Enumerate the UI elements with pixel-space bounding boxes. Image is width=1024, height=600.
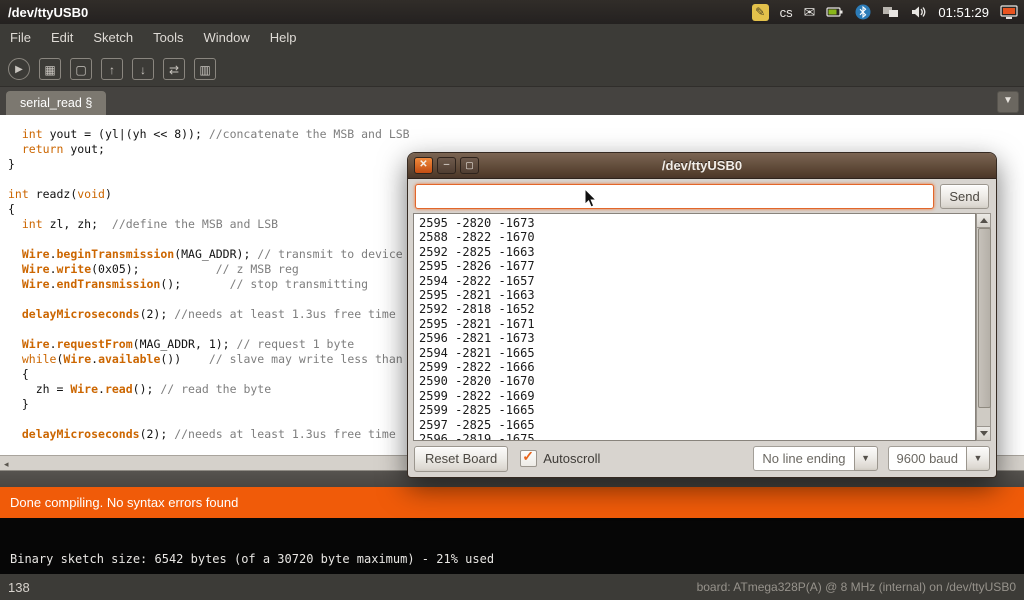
save-sketch-button[interactable]: ↓ bbox=[132, 58, 154, 80]
menu-item-sketch[interactable]: Sketch bbox=[83, 24, 143, 51]
serial-send-input[interactable] bbox=[415, 184, 934, 209]
tab-list-button[interactable]: ▼ bbox=[997, 91, 1019, 113]
scrollbar-thumb[interactable] bbox=[978, 228, 991, 408]
verify-button[interactable]: ▶ bbox=[8, 58, 30, 80]
chevron-down-icon[interactable]: ▼ bbox=[854, 446, 878, 471]
serial-line: 2599 -2825 -1665 bbox=[419, 403, 970, 417]
serial-line: 2592 -2825 -1663 bbox=[419, 245, 970, 259]
menu-item-edit[interactable]: Edit bbox=[41, 24, 83, 51]
window-title: /dev/ttyUSB0 bbox=[0, 5, 88, 20]
notes-icon[interactable]: ✎ bbox=[752, 4, 769, 21]
serial-line: 2599 -2822 -1666 bbox=[419, 360, 970, 374]
send-button[interactable]: Send bbox=[940, 184, 989, 209]
keyboard-layout-indicator[interactable]: cs bbox=[780, 5, 793, 20]
line-ending-value: No line ending bbox=[753, 446, 853, 471]
menu-item-tools[interactable]: Tools bbox=[143, 24, 193, 51]
line-ending-select[interactable]: No line ending ▼ bbox=[753, 446, 877, 471]
menubar: FileEditSketchToolsWindowHelp bbox=[0, 24, 1024, 51]
serial-output-scrollbar[interactable] bbox=[976, 213, 991, 441]
bluetooth-icon[interactable] bbox=[855, 4, 871, 20]
menu-item-file[interactable]: File bbox=[0, 24, 41, 51]
network-icon[interactable] bbox=[882, 5, 900, 19]
serial-line: 2596 -2821 -1673 bbox=[419, 331, 970, 345]
chevron-down-icon: ▼ bbox=[1003, 95, 1013, 106]
serial-line: 2595 -2821 -1671 bbox=[419, 317, 970, 331]
chevron-down-icon[interactable]: ▼ bbox=[966, 446, 990, 471]
toolbar-buttons: ▶ ▦ ▢ ↑ ↓ ⇄ ▥ bbox=[0, 51, 1024, 87]
serial-monitor-title: /dev/ttyUSB0 bbox=[408, 153, 996, 178]
tab-serial-read[interactable]: serial_read § bbox=[6, 91, 106, 115]
board-info: board: ATmega328P(A) @ 8 MHz (internal) … bbox=[697, 580, 1024, 594]
serial-monitor-controls: Reset Board Autoscroll No line ending ▼ … bbox=[414, 445, 990, 472]
autoscroll-checkbox[interactable] bbox=[520, 450, 537, 467]
mail-icon[interactable]: ✉ bbox=[804, 4, 816, 21]
baud-rate-select[interactable]: 9600 baud ▼ bbox=[888, 446, 990, 471]
autoscroll-label: Autoscroll bbox=[543, 451, 600, 466]
serial-line: 2597 -2825 -1665 bbox=[419, 418, 970, 432]
volume-icon[interactable] bbox=[911, 5, 927, 19]
serial-output[interactable]: 2595 -2820 -16732588 -2822 -16702592 -28… bbox=[413, 213, 976, 441]
serial-line: 2595 -2821 -1663 bbox=[419, 288, 970, 302]
tabbar: serial_read § ▼ bbox=[0, 87, 1024, 115]
serial-line: 2594 -2822 -1657 bbox=[419, 274, 970, 288]
clock-indicator[interactable]: 01:51:29 bbox=[938, 5, 989, 20]
scroll-up-icon[interactable] bbox=[977, 214, 990, 228]
reset-board-button[interactable]: Reset Board bbox=[414, 446, 508, 472]
screen: /dev/ttyUSB0 ✎ cs ✉ 01:51 bbox=[0, 0, 1024, 600]
serial-line: 2588 -2822 -1670 bbox=[419, 230, 970, 244]
serial-line: 2596 -2819 -1675 bbox=[419, 432, 970, 441]
menu-item-window[interactable]: Window bbox=[193, 24, 259, 51]
serial-line: 2594 -2821 -1665 bbox=[419, 346, 970, 360]
battery-icon[interactable] bbox=[826, 6, 844, 18]
serial-monitor-button[interactable]: ▥ bbox=[194, 58, 216, 80]
serial-line: 2595 -2826 -1677 bbox=[419, 259, 970, 273]
console-text: Binary sketch size: 6542 bytes (of a 307… bbox=[10, 552, 1024, 566]
tab-label: serial_read § bbox=[20, 96, 92, 110]
top-panel: /dev/ttyUSB0 ✎ cs ✉ 01:51 bbox=[0, 0, 1024, 24]
compile-status-bar: Done compiling. No syntax errors found bbox=[0, 487, 1024, 518]
serial-monitor-window: ✕ – ▢ /dev/ttyUSB0 Send 2595 -2820 -1673… bbox=[407, 152, 997, 478]
scroll-down-icon[interactable] bbox=[977, 426, 990, 440]
code-line: int yout = (yl|(yh << 8)); //concatenate… bbox=[8, 127, 1024, 142]
system-tray: ✎ cs ✉ 01:51:29 bbox=[752, 4, 1024, 21]
line-number: 138 bbox=[0, 580, 30, 595]
menu-item-help[interactable]: Help bbox=[260, 24, 307, 51]
footer-strip: 138 board: ATmega328P(A) @ 8 MHz (intern… bbox=[0, 574, 1024, 600]
upload-button[interactable]: ⇄ bbox=[163, 58, 185, 80]
serial-line: 2595 -2820 -1673 bbox=[419, 216, 970, 230]
build-console: Binary sketch size: 6542 bytes (of a 307… bbox=[0, 518, 1024, 574]
open-sketch-button[interactable]: ↑ bbox=[101, 58, 123, 80]
session-icon[interactable] bbox=[1000, 5, 1018, 20]
serial-line: 2592 -2818 -1652 bbox=[419, 302, 970, 316]
autoscroll-control: Autoscroll bbox=[520, 450, 600, 467]
new-sketch-button[interactable]: ▢ bbox=[70, 58, 92, 80]
serial-line: 2599 -2822 -1669 bbox=[419, 389, 970, 403]
scroll-left-icon[interactable]: ◂ bbox=[4, 458, 9, 470]
serial-monitor-titlebar[interactable]: ✕ – ▢ /dev/ttyUSB0 bbox=[408, 153, 996, 179]
stop-button[interactable]: ▦ bbox=[39, 58, 61, 80]
serial-line: 2590 -2820 -1670 bbox=[419, 374, 970, 388]
baud-rate-value: 9600 baud bbox=[888, 446, 966, 471]
